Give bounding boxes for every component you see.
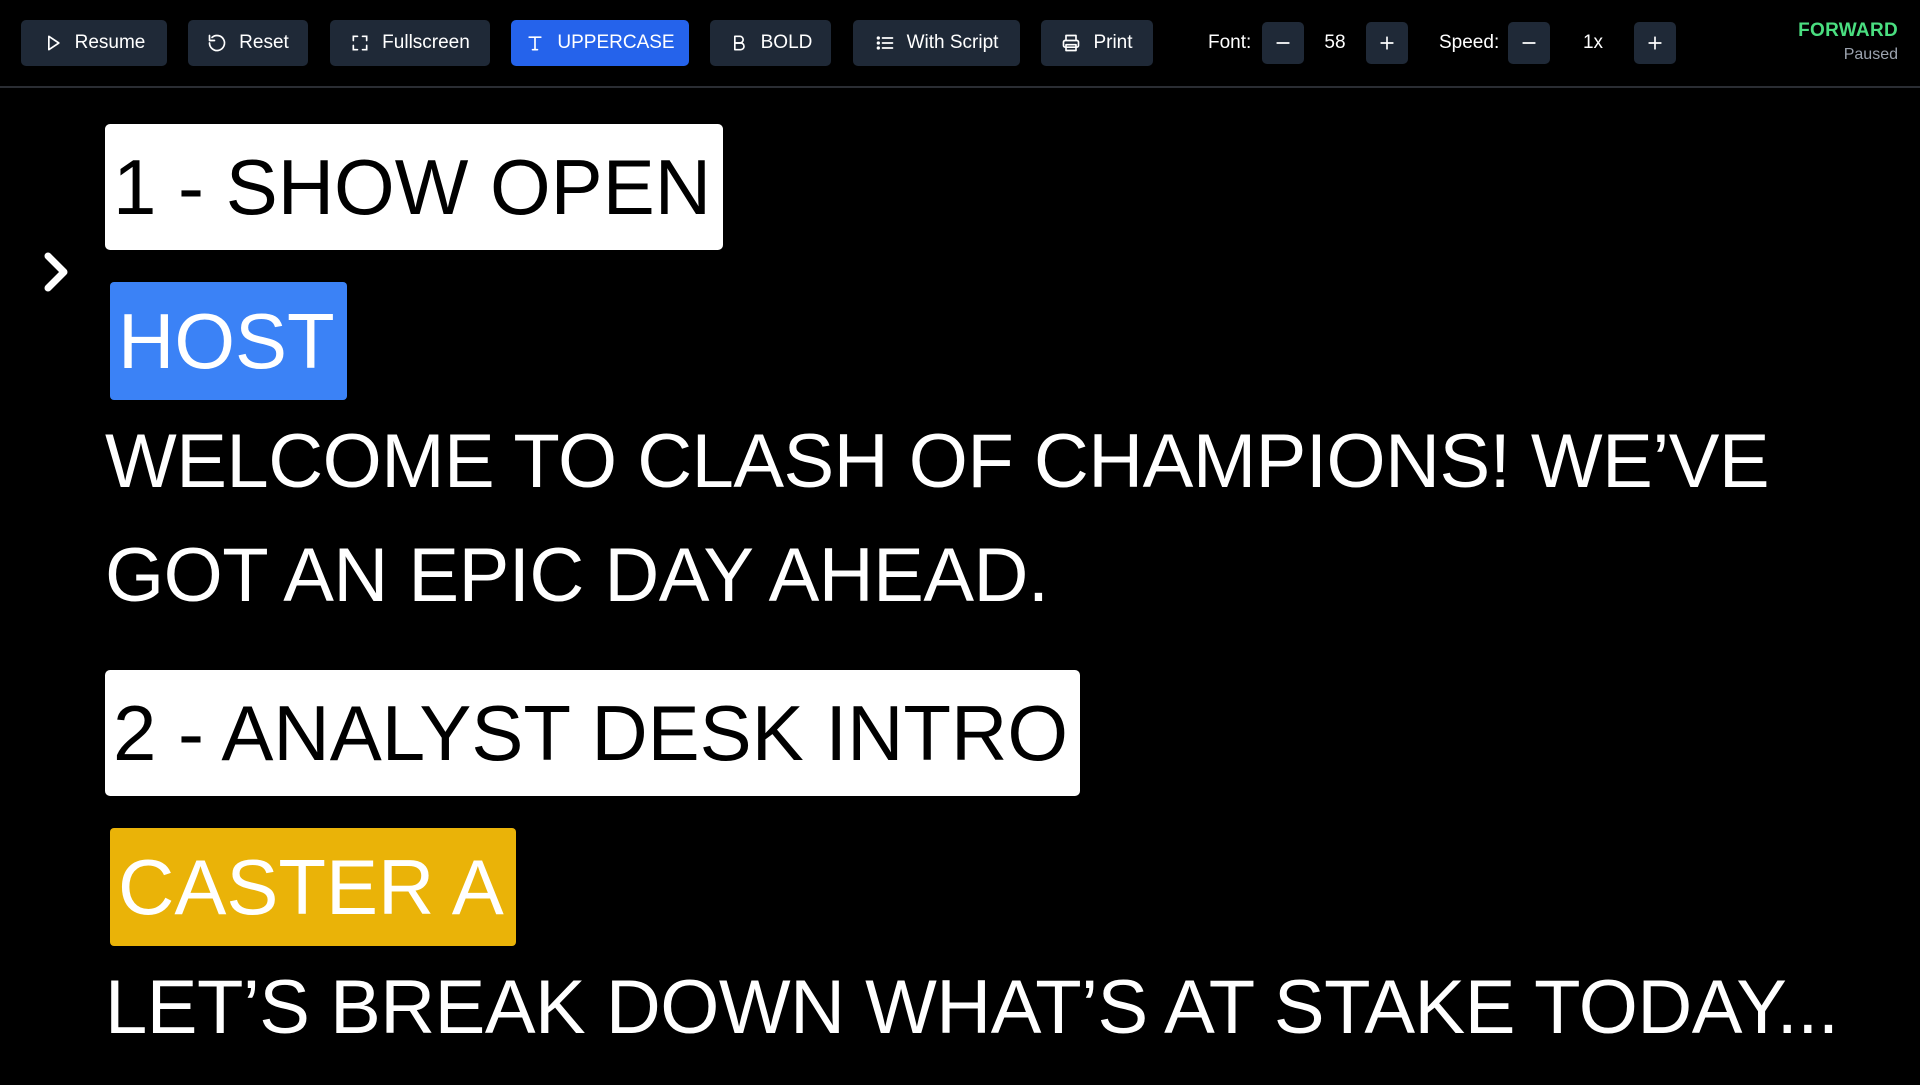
bold-toggle[interactable]: BOLD — [710, 20, 831, 66]
maximize-icon — [352, 35, 368, 51]
printer-icon — [1063, 34, 1080, 52]
fullscreen-button[interactable]: Fullscreen — [330, 20, 490, 66]
playback-state: Paused — [1843, 46, 1898, 63]
minus-icon — [1276, 42, 1290, 44]
speed-decrease-button[interactable] — [1508, 22, 1550, 64]
bold-label: BOLD — [760, 32, 813, 53]
speaker-tag: HOST — [110, 282, 347, 400]
rotate-ccw-icon — [208, 34, 226, 52]
resume-label: Resume — [74, 32, 146, 53]
script-line: WELCOME TO CLASH OF CHAMPIONS! WE’VE — [105, 419, 1770, 504]
reset-button[interactable]: Reset — [188, 20, 308, 66]
plus-icon — [1380, 36, 1394, 50]
list-icon — [876, 36, 893, 50]
fullscreen-label: Fullscreen — [382, 32, 470, 53]
direction-status: FORWARD — [1798, 20, 1898, 41]
speed-increase-button[interactable] — [1634, 22, 1676, 64]
type-icon — [528, 36, 543, 51]
print-button[interactable]: Print — [1041, 20, 1153, 66]
minus-icon — [1522, 42, 1536, 44]
uppercase-toggle[interactable]: UPPERCASE — [511, 20, 689, 66]
script-line: LET’S BREAK DOWN WHAT’S AT STAKE TODAY..… — [105, 965, 1839, 1050]
reset-label: Reset — [239, 32, 289, 53]
chevron-right-icon — [44, 252, 68, 292]
script-line: GOT AN EPIC DAY AHEAD. — [105, 533, 1049, 618]
uppercase-label: UPPERCASE — [557, 32, 675, 53]
script-viewport[interactable]: 1 - SHOW OPEN HOST WELCOME TO CLASH OF C… — [0, 90, 1920, 1085]
with-script-toggle[interactable]: With Script — [853, 20, 1020, 66]
font-increase-button[interactable] — [1366, 22, 1408, 64]
segment-title: 1 - SHOW OPEN — [105, 124, 724, 250]
font-size-label: Font: — [1208, 32, 1252, 53]
bold-icon — [733, 35, 745, 51]
with-script-label: With Script — [906, 32, 999, 53]
font-decrease-button[interactable] — [1262, 22, 1304, 64]
resume-button[interactable]: Resume — [21, 20, 167, 66]
font-size-value: 58 — [1324, 32, 1346, 53]
segment-title: 2 - ANALYST DESK INTRO — [105, 670, 1081, 796]
speaker-tag: CASTER A — [110, 828, 516, 946]
toolbar: Resume Reset Fullscreen UPPERCASE BOLD W… — [0, 0, 1920, 88]
speed-value: 1x — [1582, 32, 1604, 53]
speed-label: Speed: — [1439, 32, 1500, 53]
play-icon — [47, 35, 60, 51]
plus-icon — [1648, 36, 1662, 50]
print-label: Print — [1093, 32, 1133, 53]
